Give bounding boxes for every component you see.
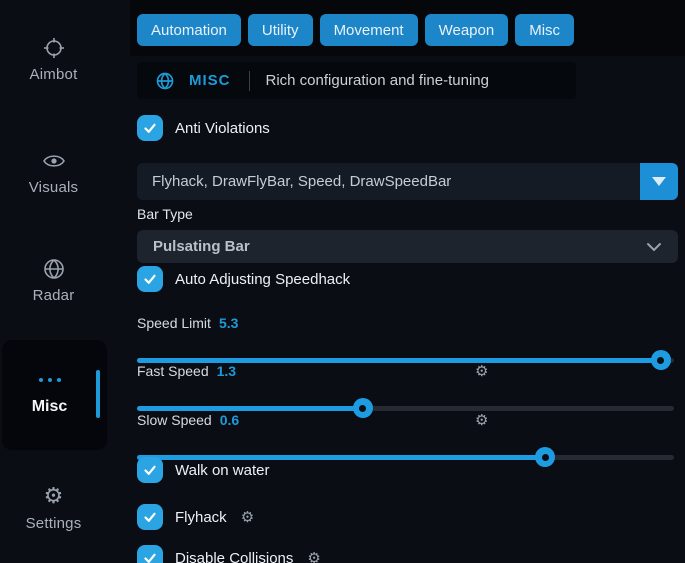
checkbox-checked-icon[interactable] <box>137 504 163 530</box>
checkbox-label: Walk on water <box>175 462 269 479</box>
slider-label: Slow Speed <box>137 412 212 428</box>
globe-icon <box>155 71 175 91</box>
sidebar-item-label: Aimbot <box>30 66 78 83</box>
tab-weapon[interactable]: Weapon <box>425 14 509 46</box>
chevron-down-icon <box>646 242 662 252</box>
sidebar-item-label: Settings <box>26 515 82 532</box>
slider-value: 0.6 <box>220 412 239 428</box>
tab-misc[interactable]: Misc <box>515 14 574 46</box>
sidebar-item-label: Misc <box>2 398 97 416</box>
slider-value: 1.3 <box>217 363 236 379</box>
sidebar-item-radar[interactable]: Radar <box>0 257 107 304</box>
slider-handle[interactable] <box>535 447 555 467</box>
eye-icon <box>42 149 66 173</box>
checkbox-checked-icon[interactable] <box>137 115 163 141</box>
content-panel: Automation Utility Movement Weapon Misc … <box>137 0 685 563</box>
crosshair-icon <box>42 36 66 60</box>
checkbox-row-auto-adjusting-speedhack[interactable]: Auto Adjusting Speedhack <box>137 266 350 292</box>
triangle-down-icon <box>652 177 666 186</box>
ellipsis-icon <box>2 378 97 382</box>
checkbox-checked-icon[interactable] <box>137 457 163 483</box>
multiselect-open-button[interactable] <box>640 163 678 200</box>
gear-icon[interactable]: ⚙ <box>475 411 488 429</box>
checkbox-checked-icon[interactable] <box>137 266 163 292</box>
bar-type-select[interactable]: Pulsating Bar <box>137 230 678 263</box>
sidebar-item-misc-active[interactable]: Misc <box>2 340 107 450</box>
gear-icon: ⚙ <box>44 485 64 509</box>
sidebar-item-aimbot[interactable]: Aimbot <box>0 36 107 83</box>
tab-automation[interactable]: Automation <box>137 14 241 46</box>
select-value: Pulsating Bar <box>153 238 646 255</box>
sidebar-item-visuals[interactable]: Visuals <box>0 149 107 196</box>
bar-type-label: Bar Type <box>137 206 193 222</box>
category-tabs: Automation Utility Movement Weapon Misc <box>137 14 574 46</box>
checkbox-label: Flyhack <box>175 509 227 526</box>
tab-movement[interactable]: Movement <box>320 14 418 46</box>
active-indicator-bar <box>96 370 100 418</box>
section-title: MISC <box>189 72 231 89</box>
mod-menu-window: Aimbot Visuals Radar Misc <box>0 0 685 563</box>
checkbox-checked-icon[interactable] <box>137 545 163 563</box>
section-subtitle: Rich configuration and fine-tuning <box>266 72 489 89</box>
multiselect-value: Flyhack, DrawFlyBar, Speed, DrawSpeedBar <box>152 163 451 200</box>
tab-utility[interactable]: Utility <box>248 14 313 46</box>
slider-group-slow-speed: Slow Speed 0.6 ⚙ <box>137 411 678 460</box>
gear-icon[interactable]: ⚙ <box>307 549 320 563</box>
slider-label: Speed Limit <box>137 315 211 331</box>
sidebar: Aimbot Visuals Radar Misc <box>0 0 130 563</box>
globe-icon <box>42 257 66 281</box>
sidebar-item-settings[interactable]: ⚙ Settings <box>0 485 107 532</box>
slider-group-fast-speed: Fast Speed 1.3 ⚙ <box>137 362 678 411</box>
slider-value: 5.3 <box>219 315 238 331</box>
checkbox-label: Auto Adjusting Speedhack <box>175 271 350 288</box>
sidebar-item-label: Radar <box>33 287 75 304</box>
slider-group-speed-limit: Speed Limit 5.3 <box>137 314 678 363</box>
checkbox-label: Disable Collisions <box>175 550 293 563</box>
gear-icon[interactable]: ⚙ <box>241 508 254 526</box>
gear-icon[interactable]: ⚙ <box>475 362 488 380</box>
feature-multiselect[interactable]: Flyhack, DrawFlyBar, Speed, DrawSpeedBar <box>137 163 678 200</box>
checkbox-label: Anti Violations <box>175 120 270 137</box>
slider-label: Fast Speed <box>137 363 209 379</box>
sidebar-item-label: Visuals <box>29 179 78 196</box>
divider <box>249 71 250 91</box>
checkbox-row-anti-violations[interactable]: Anti Violations <box>137 115 270 141</box>
checkbox-row-disable-collisions[interactable]: Disable Collisions ⚙ <box>137 545 321 563</box>
checkbox-row-walk-on-water[interactable]: Walk on water <box>137 457 269 483</box>
section-header: MISC Rich configuration and fine-tuning <box>137 62 576 99</box>
checkbox-row-flyhack[interactable]: Flyhack ⚙ <box>137 504 254 530</box>
